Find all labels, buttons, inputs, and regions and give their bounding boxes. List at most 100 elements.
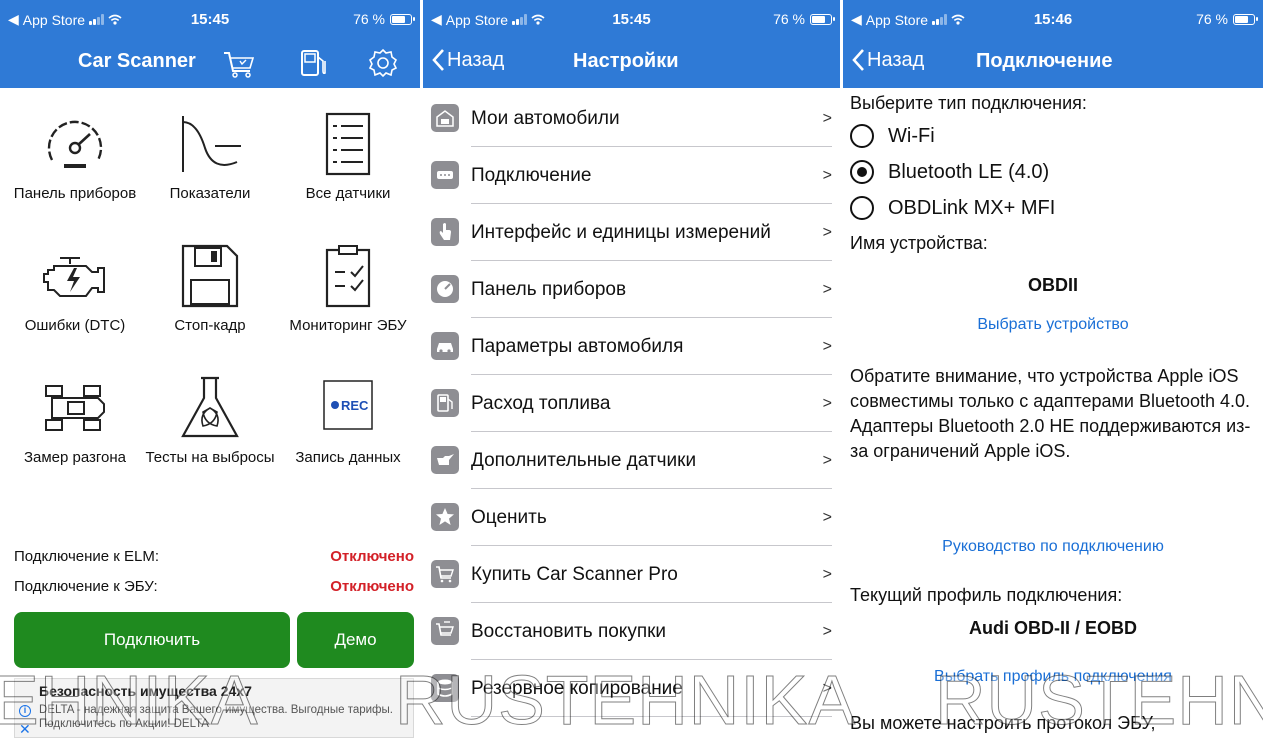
- tile-label: Показатели: [169, 185, 251, 202]
- chevron-right-icon: >: [822, 680, 832, 697]
- tile-all-sensors[interactable]: Все датчики: [283, 112, 413, 203]
- chevron-right-icon: >: [822, 224, 832, 241]
- tile-indicators[interactable]: Показатели: [145, 112, 275, 203]
- battery-fill: [1235, 15, 1248, 23]
- settings-item[interactable]: Резервное копирование >: [423, 660, 840, 717]
- list-icon: [325, 112, 371, 176]
- chevron-left-icon: [432, 49, 444, 71]
- ecu-status: Отключено: [330, 578, 414, 595]
- radio-label: Bluetooth LE (4.0): [888, 160, 1050, 183]
- database-icon: [431, 674, 459, 702]
- settings-item-label: Мои автомобили: [471, 108, 620, 129]
- screen-home: ◀ App Store 15:45 76 % Car Scanner Панел…: [0, 0, 420, 738]
- chevron-right-icon: >: [822, 281, 832, 298]
- fuel-pump-icon[interactable]: [298, 47, 330, 79]
- status-right: 76 %: [1196, 11, 1258, 27]
- radio-circle: [850, 124, 874, 148]
- ad-info-icon[interactable]: i: [19, 705, 31, 717]
- settings-item[interactable]: Панель приборов >: [423, 261, 840, 318]
- cart-icon[interactable]: [222, 49, 256, 79]
- settings-item-label: Восстановить покупки: [471, 621, 667, 642]
- connection-guide-link[interactable]: Руководство по подключению: [843, 538, 1263, 556]
- tile-acceleration[interactable]: Замер разгона: [10, 376, 140, 467]
- settings-item-label: Купить Car Scanner Pro: [471, 564, 678, 585]
- cart-icon: [431, 560, 459, 588]
- radio-obdlink[interactable]: OBDLink MX+ MFI: [850, 196, 1055, 220]
- profile-label: Текущий профиль подключения:: [850, 585, 1123, 605]
- choose-profile-link[interactable]: Выбрать профиль подключения: [843, 668, 1263, 686]
- tile-dashboard[interactable]: Панель приборов: [10, 112, 140, 203]
- tile-label: Замер разгона: [23, 449, 127, 466]
- tile-ecu-monitoring[interactable]: Мониторинг ЭБУ: [283, 244, 413, 335]
- settings-item[interactable]: Оценить >: [423, 489, 840, 546]
- radio-circle: [850, 196, 874, 220]
- settings-item-label: Подключение: [471, 165, 592, 186]
- app-title: Car Scanner: [78, 50, 196, 72]
- rec-text: REC: [341, 398, 369, 413]
- ad-close-icon[interactable]: ✕: [19, 721, 31, 738]
- tile-label: Стоп-кадр: [174, 317, 246, 334]
- profile-value: Audi OBD-II / EOBD: [969, 618, 1137, 638]
- status-right: 76 %: [773, 11, 835, 27]
- settings-item-label: Резервное копирование: [471, 678, 683, 699]
- connect-button[interactable]: Подключить: [14, 612, 290, 668]
- device-name-label: Имя устройства:: [850, 233, 988, 253]
- tile-data-recording[interactable]: REC Запись данных: [283, 376, 413, 467]
- battery-percent: 76 %: [773, 11, 805, 27]
- chevron-left-icon: [852, 49, 864, 71]
- ecu-label: Подключение к ЭБУ:: [14, 578, 158, 595]
- settings-item[interactable]: Интерфейс и единицы измерений >: [423, 204, 840, 261]
- tile-emission-tests[interactable]: Тесты на выбросы: [145, 376, 275, 467]
- battery-percent: 76 %: [1196, 11, 1228, 27]
- fuel-pump-icon: [431, 389, 459, 417]
- elm-status: Отключено: [330, 548, 414, 565]
- page-title: Настройки: [573, 50, 679, 72]
- navbar: Назад Подключение: [843, 38, 1263, 88]
- ecu-connection-row: Подключение к ЭБУ: Отключено: [14, 578, 414, 595]
- chevron-right-icon: >: [822, 452, 832, 469]
- ecu-protocol-text: Вы можете настроить протокол ЭБУ,: [850, 713, 1156, 733]
- settings-item-label: Дополнительные датчики: [471, 450, 697, 471]
- battery-percent: 76 %: [353, 11, 385, 27]
- gear-icon[interactable]: [366, 47, 400, 79]
- settings-item[interactable]: Купить Car Scanner Pro >: [423, 546, 840, 603]
- settings-item[interactable]: Подключение >: [423, 147, 840, 204]
- compatibility-note: Обратите внимание, что устройства Apple …: [850, 366, 1251, 461]
- settings-item[interactable]: Дополнительные датчики >: [423, 432, 840, 489]
- back-label: Назад: [867, 48, 925, 71]
- choose-device-link[interactable]: Выбрать устройство: [843, 316, 1263, 334]
- tile-dtc[interactable]: Ошибки (DTC): [10, 244, 140, 335]
- demo-button[interactable]: Демо: [297, 612, 414, 668]
- battery-fill: [392, 15, 405, 23]
- tile-label: Ошибки (DTC): [24, 317, 126, 334]
- status-bar: ◀ App Store 15:45 76 %: [0, 0, 420, 38]
- tile-label: Панель приборов: [13, 185, 137, 202]
- settings-item-label: Параметры автомобиля: [471, 336, 684, 357]
- chevron-right-icon: >: [822, 395, 832, 412]
- elm-label: Подключение к ELM:: [14, 548, 160, 565]
- ad-banner[interactable]: Безопасность имущества 24x7 i DELTA - на…: [14, 678, 414, 738]
- tile-label: Мониторинг ЭБУ: [289, 317, 407, 334]
- ad-title: Безопасность имущества 24x7: [39, 683, 252, 699]
- settings-item[interactable]: Мои автомобили >: [423, 90, 840, 147]
- settings-item[interactable]: Расход топлива >: [423, 375, 840, 432]
- back-button[interactable]: Назад: [431, 48, 504, 72]
- settings-item[interactable]: Восстановить покупки >: [423, 603, 840, 660]
- battery-icon: [810, 13, 835, 25]
- back-button[interactable]: Назад: [851, 48, 924, 72]
- choose-type-label: Выберите тип подключения:: [850, 93, 1087, 113]
- settings-item[interactable]: Параметры автомобиля >: [423, 318, 840, 375]
- radio-wifi[interactable]: Wi-Fi: [850, 124, 935, 148]
- chevron-right-icon: >: [822, 623, 832, 640]
- car-icon: [431, 332, 459, 360]
- status-bar: ◀ App Store 15:45 76 %: [423, 0, 840, 38]
- engine-icon: [43, 257, 105, 297]
- race-car-icon: [45, 385, 105, 431]
- garage-icon: [431, 104, 459, 132]
- radio-bluetooth-le[interactable]: Bluetooth LE (4.0): [850, 160, 1049, 184]
- radio-label: Wi-Fi: [888, 124, 935, 147]
- speedometer-icon: [47, 120, 103, 168]
- gauge-icon: [431, 275, 459, 303]
- connector-icon: [431, 161, 459, 189]
- tile-freeze-frame[interactable]: Стоп-кадр: [145, 244, 275, 335]
